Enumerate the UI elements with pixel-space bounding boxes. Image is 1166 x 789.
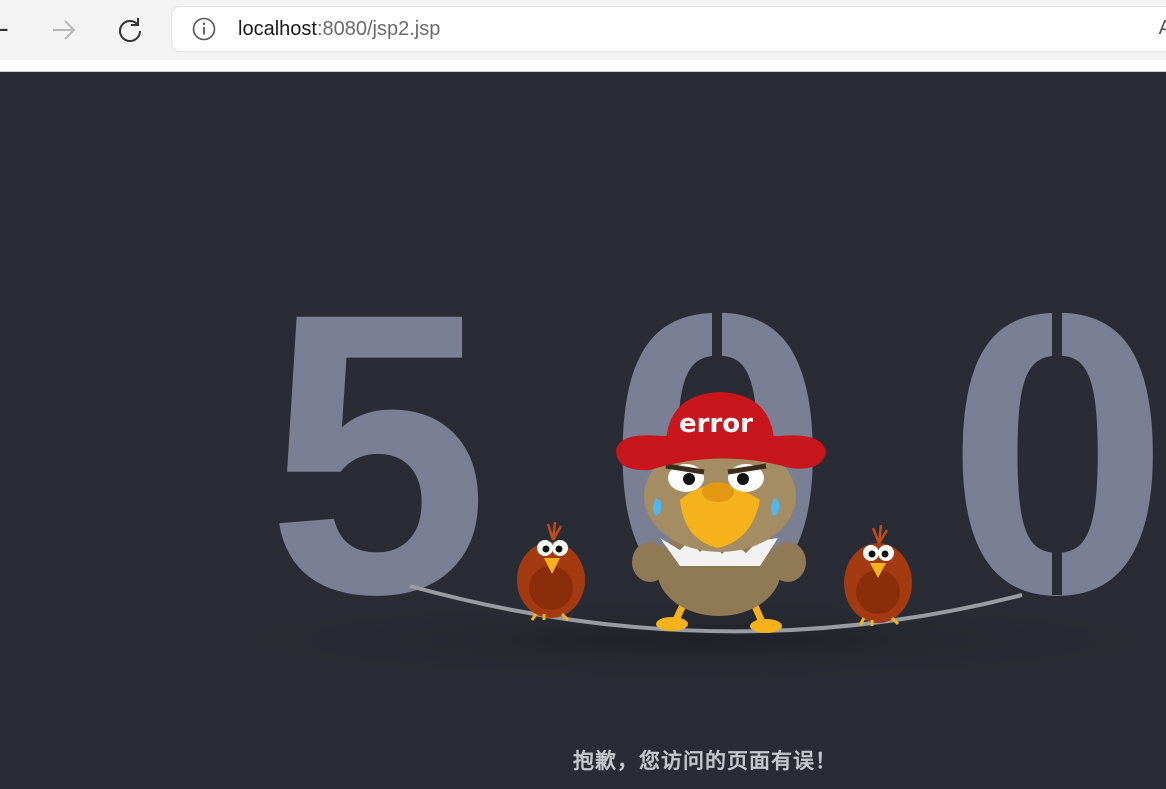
forward-icon: [53, 20, 76, 40]
reload-icon: [119, 18, 141, 42]
info-icon[interactable]: [192, 17, 216, 41]
reload-button[interactable]: [112, 12, 148, 48]
right-chick: [844, 524, 912, 626]
error-page: 5 0 0: [0, 72, 1166, 789]
stencil-gap: [1052, 535, 1062, 595]
error-message: 抱歉，您访问的页面有误！: [573, 749, 837, 773]
stencil-gap: [1052, 296, 1062, 356]
forward-button[interactable]: [46, 12, 82, 48]
digit-five: 5: [267, 230, 489, 677]
address-bar[interactable]: localhost:8080/jsp2.jsp A: [172, 7, 1166, 51]
browser-toolbar: ← localhost:8080/jsp2.jsp A: [0, 0, 1166, 61]
back-icon: ←: [0, 15, 9, 45]
error-illustration: 5 0 0: [180, 230, 1166, 773]
url-host: localhost: [238, 18, 317, 40]
url-text[interactable]: localhost:8080/jsp2.jsp: [238, 17, 440, 41]
stencil-gap: [712, 296, 722, 356]
read-aloud-icon[interactable]: A: [1159, 17, 1166, 40]
hat-label: error: [679, 409, 753, 439]
toolbar-divider: [0, 60, 1166, 72]
back-button[interactable]: ←: [0, 12, 16, 48]
left-chick: [517, 521, 585, 622]
url-path: :8080/jsp2.jsp: [316, 18, 441, 40]
